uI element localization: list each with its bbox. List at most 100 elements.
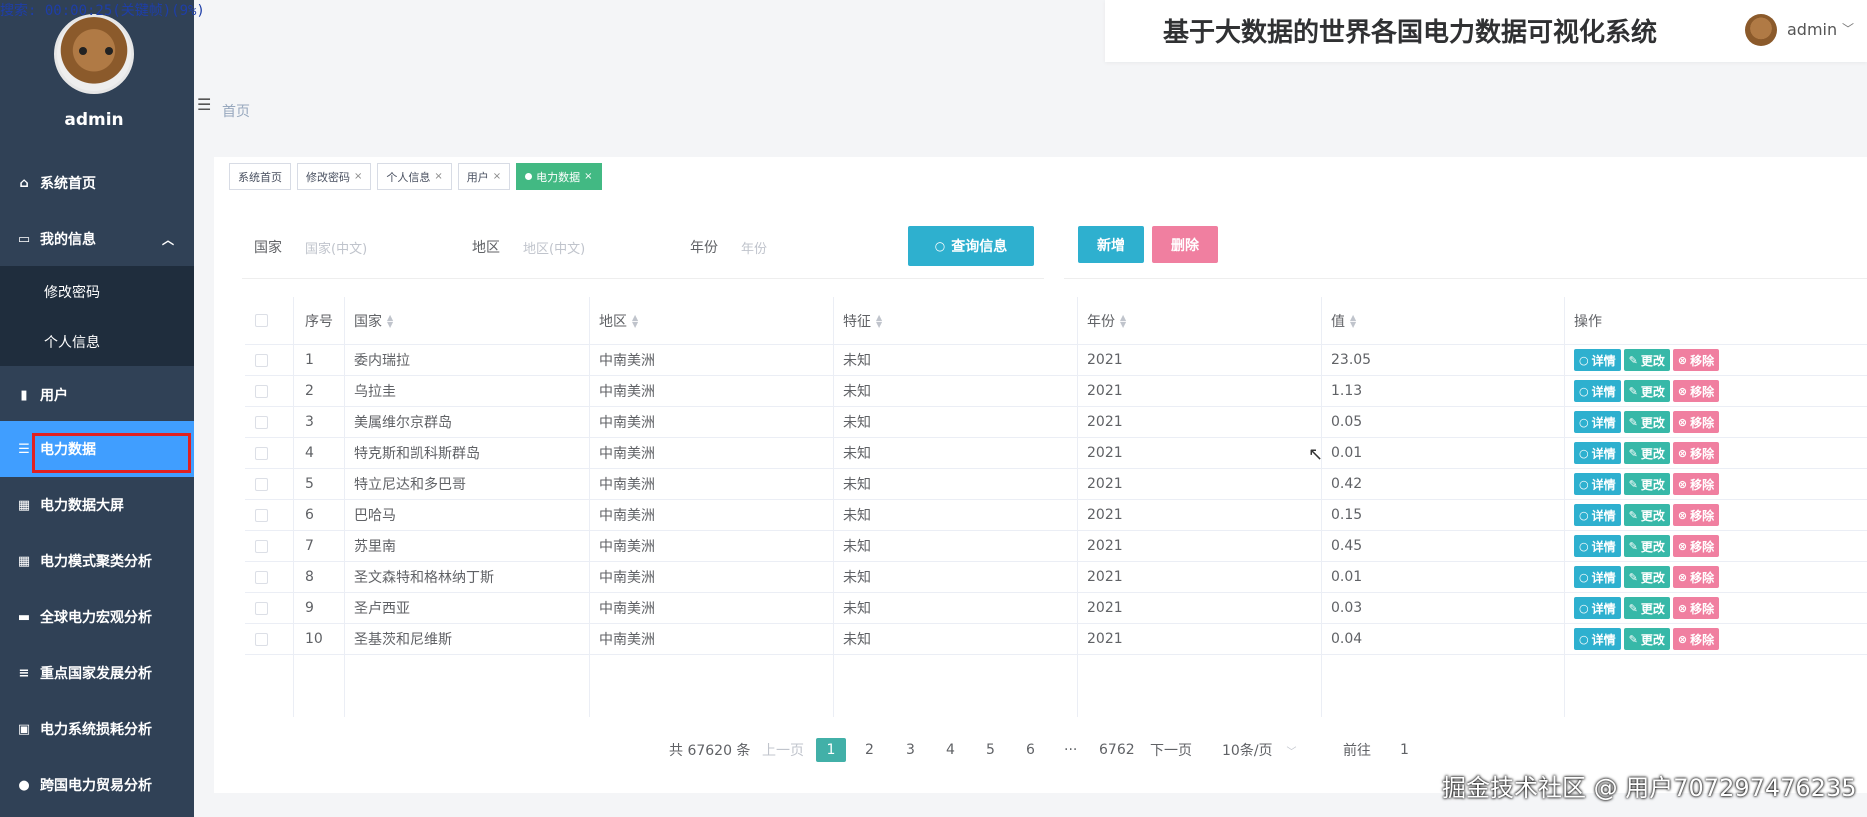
row-checkbox[interactable]: [255, 407, 268, 437]
row-checkbox[interactable]: [255, 624, 268, 654]
header-country[interactable]: 国家 ▲ ▼: [354, 297, 393, 344]
detail-button[interactable]: ○ 详情: [1574, 380, 1621, 402]
remove-button[interactable]: ⊗ 移除: [1672, 411, 1720, 433]
sidebar-item-users[interactable]: ▮ 用户: [0, 367, 194, 423]
tag-home[interactable]: 系统首页: [229, 163, 291, 190]
sidebar-subitem-personal-info[interactable]: 个人信息: [44, 332, 100, 352]
row-checkbox[interactable]: [255, 345, 268, 375]
sidebar-item-country-analysis[interactable]: ≡ 重点国家发展分析: [0, 645, 194, 701]
detail-button[interactable]: ○ 详情: [1574, 349, 1621, 371]
row-checkbox[interactable]: [255, 469, 268, 499]
edit-button[interactable]: ✎ 更改: [1623, 628, 1670, 650]
close-icon[interactable]: ×: [434, 171, 442, 182]
row-checkbox[interactable]: [255, 500, 268, 530]
edit-button[interactable]: ✎ 更改: [1623, 411, 1670, 433]
edit-button[interactable]: ✎ 更改: [1623, 597, 1670, 619]
remove-button[interactable]: ⊗ 移除: [1672, 442, 1720, 464]
row-checkbox[interactable]: [255, 438, 268, 468]
column-divider: [1077, 297, 1078, 717]
edit-button[interactable]: ✎ 更改: [1623, 442, 1670, 464]
close-icon[interactable]: ×: [584, 171, 592, 182]
tag-change-password[interactable]: 修改密码 ×: [297, 163, 372, 190]
sidebar-item-trade-analysis[interactable]: ● 跨国电力贸易分析: [0, 757, 194, 813]
detail-button[interactable]: ○ 详情: [1574, 597, 1621, 619]
detail-button[interactable]: ○ 详情: [1574, 535, 1621, 557]
sort-icon[interactable]: ▲ ▼: [632, 313, 638, 328]
sidebar-subitem-change-password[interactable]: 修改密码: [44, 282, 100, 302]
detail-button[interactable]: ○ 详情: [1574, 442, 1621, 464]
edit-button[interactable]: ✎ 更改: [1623, 504, 1670, 526]
page-size-select[interactable]: 10条/页 ﹀: [1222, 738, 1297, 762]
tag-personal-info[interactable]: 个人信息 ×: [377, 163, 452, 190]
close-icon[interactable]: ×: [493, 171, 501, 182]
close-circle-icon: ⊗: [1677, 632, 1688, 646]
remove-button[interactable]: ⊗ 移除: [1672, 349, 1720, 371]
tag-users[interactable]: 用户 ×: [457, 163, 511, 190]
detail-button[interactable]: ○ 详情: [1574, 473, 1621, 495]
close-icon[interactable]: ×: [354, 171, 362, 182]
sidebar-item-macro-analysis[interactable]: ▬ 全球电力宏观分析: [0, 589, 194, 645]
page-1[interactable]: 1: [816, 738, 846, 762]
add-button[interactable]: 新增: [1078, 226, 1144, 263]
country-input[interactable]: 国家(中文): [305, 238, 367, 257]
remove-button[interactable]: ⊗ 移除: [1672, 597, 1720, 619]
hamburger-icon[interactable]: ☰: [197, 95, 211, 114]
row-checkbox[interactable]: [255, 593, 268, 623]
detail-button[interactable]: ○ 详情: [1574, 628, 1621, 650]
edit-button[interactable]: ✎ 更改: [1623, 535, 1670, 557]
page-6[interactable]: 6: [1026, 738, 1035, 762]
breadcrumb[interactable]: 首页: [222, 101, 250, 121]
remove-button[interactable]: ⊗ 移除: [1672, 473, 1720, 495]
query-button[interactable]: ○ 查询信息: [908, 226, 1034, 266]
header-region[interactable]: 地区 ▲ ▼: [599, 297, 638, 344]
row-checkbox[interactable]: [255, 562, 268, 592]
red-highlight-box: [32, 433, 191, 473]
chevron-down-icon[interactable]: ﹀: [1842, 20, 1854, 37]
header-feature[interactable]: 特征 ▲ ▼: [843, 297, 882, 344]
sidebar-item-cluster-analysis[interactable]: ▦ 电力模式聚类分析: [0, 533, 194, 589]
header-value[interactable]: 值 ▲ ▼: [1331, 297, 1356, 344]
page-5[interactable]: 5: [986, 738, 995, 762]
detail-button[interactable]: ○ 详情: [1574, 411, 1621, 433]
sidebar-item-my-info[interactable]: ▭ 我的信息 ︿: [0, 211, 194, 267]
header-username[interactable]: admin: [1787, 20, 1837, 39]
goto-input[interactable]: 1: [1400, 738, 1409, 762]
sidebar-item-home[interactable]: ⌂ 系统首页: [0, 155, 194, 211]
edit-button[interactable]: ✎ 更改: [1623, 349, 1670, 371]
page-4[interactable]: 4: [946, 738, 955, 762]
header-avatar[interactable]: [1745, 14, 1777, 46]
edit-button[interactable]: ✎ 更改: [1623, 380, 1670, 402]
sort-icon[interactable]: ▲ ▼: [1350, 313, 1356, 328]
page-ellipsis[interactable]: ···: [1064, 738, 1077, 762]
region-input[interactable]: 地区(中文): [523, 238, 585, 257]
tag-power-data[interactable]: 电力数据 ×: [516, 163, 602, 190]
page-3[interactable]: 3: [906, 738, 915, 762]
row-checkbox[interactable]: [255, 376, 268, 406]
row-checkbox[interactable]: [255, 531, 268, 561]
remove-button[interactable]: ⊗ 移除: [1672, 535, 1720, 557]
edit-button[interactable]: ✎ 更改: [1623, 473, 1670, 495]
sidebar-item-power-dashboard[interactable]: ▦ 电力数据大屏: [0, 477, 194, 533]
sort-icon[interactable]: ▲ ▼: [1120, 313, 1126, 328]
sidebar-item-label: 跨国电力贸易分析: [40, 778, 152, 794]
header-year[interactable]: 年份 ▲ ▼: [1087, 297, 1126, 344]
sort-icon[interactable]: ▲ ▼: [387, 313, 393, 328]
edit-button[interactable]: ✎ 更改: [1623, 566, 1670, 588]
detail-button[interactable]: ○ 详情: [1574, 504, 1621, 526]
remove-button[interactable]: ⊗ 移除: [1672, 566, 1720, 588]
prev-page-button[interactable]: 上一页: [762, 738, 804, 762]
mouse-cursor-icon: ↖: [1308, 444, 1324, 465]
sort-icon[interactable]: ▲ ▼: [876, 313, 882, 328]
select-all-checkbox[interactable]: [255, 297, 268, 344]
remove-button[interactable]: ⊗ 移除: [1672, 504, 1720, 526]
cell-year: 2021: [1087, 631, 1123, 647]
remove-label: 移除: [1690, 446, 1715, 461]
page-2[interactable]: 2: [865, 738, 874, 762]
remove-button[interactable]: ⊗ 移除: [1672, 380, 1720, 402]
next-page-button[interactable]: 下一页: [1150, 738, 1192, 762]
year-input[interactable]: 年份: [741, 238, 767, 257]
remove-button[interactable]: ⊗ 移除: [1672, 628, 1720, 650]
page-last[interactable]: 6762: [1099, 738, 1135, 762]
detail-button[interactable]: ○ 详情: [1574, 566, 1621, 588]
delete-button[interactable]: 删除: [1152, 226, 1218, 263]
